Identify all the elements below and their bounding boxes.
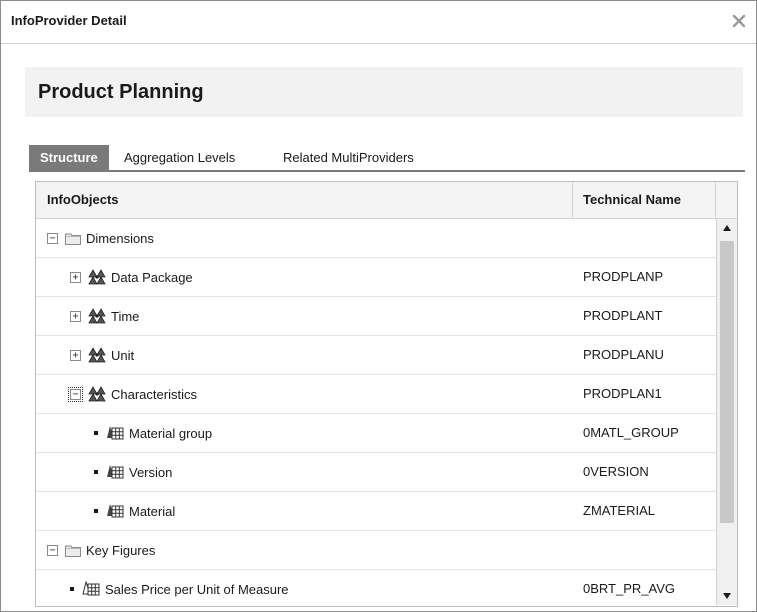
infoobject-cell: Material bbox=[94, 492, 175, 530]
technical-name-cell: PRODPLAN1 bbox=[583, 386, 662, 401]
dialog-title: InfoProvider Detail bbox=[11, 13, 127, 28]
infoobject-label: Material bbox=[129, 503, 176, 519]
table-row[interactable]: − Dimensions bbox=[36, 219, 716, 258]
characteristic-icon bbox=[106, 425, 124, 441]
close-icon bbox=[732, 14, 746, 28]
table-row[interactable]: Material ZMATERIAL bbox=[36, 492, 716, 531]
infoobject-label: Characteristics bbox=[111, 386, 197, 402]
column-divider bbox=[715, 182, 716, 218]
table-header: InfoObjects Technical Name bbox=[36, 182, 737, 219]
expand-icon[interactable]: + bbox=[70, 310, 81, 322]
triangle-up-icon bbox=[723, 225, 731, 231]
infoobject-cell: − Dimensions bbox=[47, 219, 154, 257]
table-row[interactable]: Material group 0MATL_GROUP bbox=[36, 414, 716, 453]
scroll-up-button[interactable] bbox=[717, 219, 737, 237]
table-row[interactable]: + Data Package PRODPLANP bbox=[36, 258, 716, 297]
infoobject-label: Unit bbox=[111, 347, 135, 363]
bullet-icon bbox=[94, 431, 98, 435]
infoobject-label: Version bbox=[129, 464, 173, 480]
table-row[interactable]: Sales Price per Unit of Measure 0BRT_PR_A… bbox=[36, 570, 716, 606]
infoobject-cell: − Key Figures bbox=[47, 531, 155, 569]
dimension-icon bbox=[88, 308, 106, 324]
collapse-icon[interactable]: − bbox=[47, 232, 58, 244]
vertical-scrollbar[interactable] bbox=[716, 219, 737, 605]
key-figure-icon bbox=[82, 581, 100, 597]
infoobject-cell: Material group bbox=[94, 414, 212, 452]
column-divider[interactable] bbox=[572, 182, 573, 218]
tab-related-multiproviders[interactable]: Related MultiProviders bbox=[272, 145, 425, 171]
collapse-icon[interactable]: − bbox=[68, 386, 83, 402]
tab-aggregation-levels[interactable]: Aggregation Levels bbox=[113, 145, 246, 171]
table-body: − Dimensions + Data Package PRODPLANP + Time PR… bbox=[36, 219, 716, 606]
expand-icon[interactable]: + bbox=[70, 271, 81, 283]
tab-structure[interactable]: Structure bbox=[29, 145, 109, 171]
folder-icon bbox=[65, 232, 81, 245]
tab-underline bbox=[29, 170, 745, 172]
triangle-down-icon bbox=[723, 593, 731, 599]
tab-strip: Structure Aggregation Levels Related Mul… bbox=[29, 145, 745, 171]
infoobject-cell: Version bbox=[94, 453, 172, 491]
dimension-icon bbox=[88, 269, 106, 285]
table-row[interactable]: − Characteristics PRODPLAN1 bbox=[36, 375, 716, 414]
technical-name-cell: PRODPLANP bbox=[583, 269, 664, 284]
bullet-icon bbox=[94, 509, 98, 513]
infoobject-label: Dimensions bbox=[86, 230, 154, 246]
column-header-infoobjects[interactable]: InfoObjects bbox=[47, 182, 119, 218]
close-button[interactable] bbox=[726, 7, 752, 35]
structure-tree-table: InfoObjects Technical Name − Dimensions + D… bbox=[35, 181, 738, 607]
infoprovider-detail-dialog: InfoProvider Detail Product Planning Str… bbox=[0, 0, 757, 612]
characteristic-icon bbox=[106, 503, 124, 519]
bullet-icon bbox=[70, 587, 74, 591]
table-row[interactable]: − Key Figures bbox=[36, 531, 716, 570]
technical-name-cell: ZMATERIAL bbox=[583, 503, 655, 518]
technical-name-cell: PRODPLANT bbox=[583, 308, 663, 323]
technical-name-cell: 0BRT_PR_AVG bbox=[583, 581, 676, 596]
table-row[interactable]: Version 0VERSION bbox=[36, 453, 716, 492]
infoobject-label: Sales Price per Unit of Measure bbox=[105, 581, 289, 597]
collapse-icon[interactable]: − bbox=[47, 544, 58, 556]
table-row[interactable]: + Time PRODPLANT bbox=[36, 297, 716, 336]
infoobject-cell: + Data Package bbox=[70, 258, 193, 296]
infoobject-cell: Sales Price per Unit of Measure bbox=[70, 570, 289, 606]
infoobject-label: Material group bbox=[129, 425, 213, 441]
table-row[interactable]: + Unit PRODPLANU bbox=[36, 336, 716, 375]
scroll-down-button[interactable] bbox=[717, 587, 737, 605]
technical-name-cell: 0VERSION bbox=[583, 464, 649, 479]
characteristic-icon bbox=[106, 464, 124, 480]
page-title: Product Planning bbox=[38, 81, 204, 103]
expand-icon[interactable]: + bbox=[70, 349, 81, 361]
folder-icon bbox=[65, 544, 81, 557]
infoobject-cell: + Unit bbox=[70, 336, 134, 374]
infoobject-label: Data Package bbox=[111, 269, 193, 285]
header-panel: Product Planning bbox=[25, 67, 743, 117]
infoobject-cell: − Characteristics bbox=[68, 375, 197, 413]
dialog-titlebar: InfoProvider Detail bbox=[1, 1, 756, 44]
technical-name-cell: PRODPLANU bbox=[583, 347, 664, 362]
infoobject-cell: + Time bbox=[70, 297, 139, 335]
technical-name-cell: 0MATL_GROUP bbox=[583, 425, 679, 440]
scroll-thumb[interactable] bbox=[720, 241, 734, 523]
column-header-technical-name[interactable]: Technical Name bbox=[583, 182, 681, 218]
infoobject-label: Time bbox=[111, 308, 140, 324]
dimension-icon bbox=[88, 386, 106, 402]
bullet-icon bbox=[94, 470, 98, 474]
infoobject-label: Key Figures bbox=[86, 542, 156, 558]
dimension-icon bbox=[88, 347, 106, 363]
